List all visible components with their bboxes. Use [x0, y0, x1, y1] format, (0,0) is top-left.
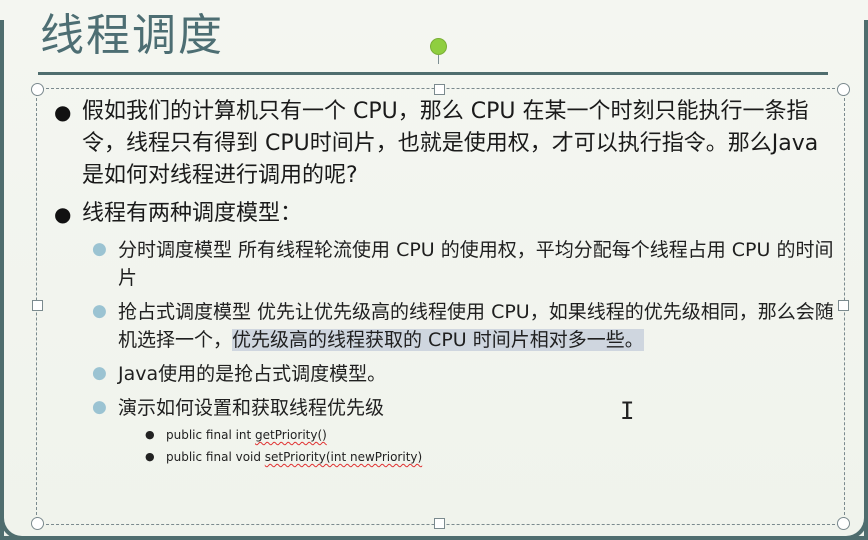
resize-handle-top-right[interactable]: [837, 83, 850, 96]
sub-bullet-item[interactable]: ● Java使用的是抢占式调度模型。: [46, 360, 836, 388]
sub-bullet-text: 演示如何设置和获取线程优先级: [118, 397, 385, 419]
resize-handle-right[interactable]: [838, 300, 849, 311]
slide-body-text[interactable]: ● 假如我们的计算机只有一个 CPU，那么 CPU 在某一个时刻只能执行一条指令…: [46, 96, 836, 468]
code-prefix: public final void: [166, 450, 265, 464]
bullet-item[interactable]: ● 线程有两种调度模型：: [46, 198, 836, 230]
resize-handle-top[interactable]: [434, 84, 445, 95]
sub-bullet-dot-icon: ●: [92, 363, 107, 383]
small-bullet-dot-icon: ●: [145, 428, 155, 441]
rotate-handle-icon[interactable]: [430, 38, 447, 55]
resize-handle-top-left[interactable]: [31, 83, 44, 96]
sub-bullet-item[interactable]: ● 演示如何设置和获取线程优先级: [46, 394, 836, 422]
sub-bullet-dot-icon: ●: [92, 239, 107, 259]
sub-sub-bullet-item[interactable]: ● public final void setPriority(int newP…: [46, 446, 836, 468]
sub-sub-bullet-item[interactable]: ● public final int getPriority(): [46, 424, 836, 446]
slide-frame-right: [864, 20, 868, 540]
bullet-dot-icon: ●: [54, 100, 72, 124]
small-bullet-dot-icon: ●: [145, 450, 155, 463]
text-cursor-icon: I: [620, 397, 635, 425]
sub-bullet-item[interactable]: ● 抢占式调度模型 优先让优先级高的线程使用 CPU，如果线程的优先级相同，那么…: [46, 298, 836, 354]
sub-bullet-dot-icon: ●: [92, 301, 107, 321]
bullet-text: 线程有两种调度模型：: [82, 201, 303, 226]
resize-handle-bottom-right[interactable]: [837, 517, 850, 530]
code-prefix: public final int: [166, 428, 256, 442]
resize-handle-bottom[interactable]: [434, 518, 445, 529]
sub-bullet-text: 分时调度模型 所有线程轮流使用 CPU 的使用权，平均分配每个线程占用 CPU …: [118, 239, 834, 289]
resize-handle-bottom-left[interactable]: [31, 517, 44, 530]
selected-text-highlight[interactable]: 优先级高的线程获取的 CPU 时间片相对多一些。: [232, 329, 644, 351]
slide-title[interactable]: 线程调度: [40, 8, 224, 64]
bullet-item[interactable]: ● 假如我们的计算机只有一个 CPU，那么 CPU 在某一个时刻只能执行一条指令…: [46, 96, 836, 192]
bullet-dot-icon: ●: [54, 202, 72, 226]
code-method-misspelled: getPriority(): [255, 428, 327, 442]
slide-frame-left: [0, 20, 4, 540]
code-method-misspelled: setPriority(int newPriority): [264, 450, 423, 464]
resize-handle-left[interactable]: [32, 300, 43, 311]
bullet-text: 假如我们的计算机只有一个 CPU，那么 CPU 在某一个时刻只能执行一条指令，线…: [82, 99, 819, 188]
sub-bullet-text: Java使用的是抢占式调度模型。: [118, 363, 387, 385]
sub-bullet-dot-icon: ●: [92, 397, 107, 417]
title-underline: [38, 72, 828, 75]
sub-bullet-item[interactable]: ● 分时调度模型 所有线程轮流使用 CPU 的使用权，平均分配每个线程占用 CP…: [46, 236, 836, 292]
